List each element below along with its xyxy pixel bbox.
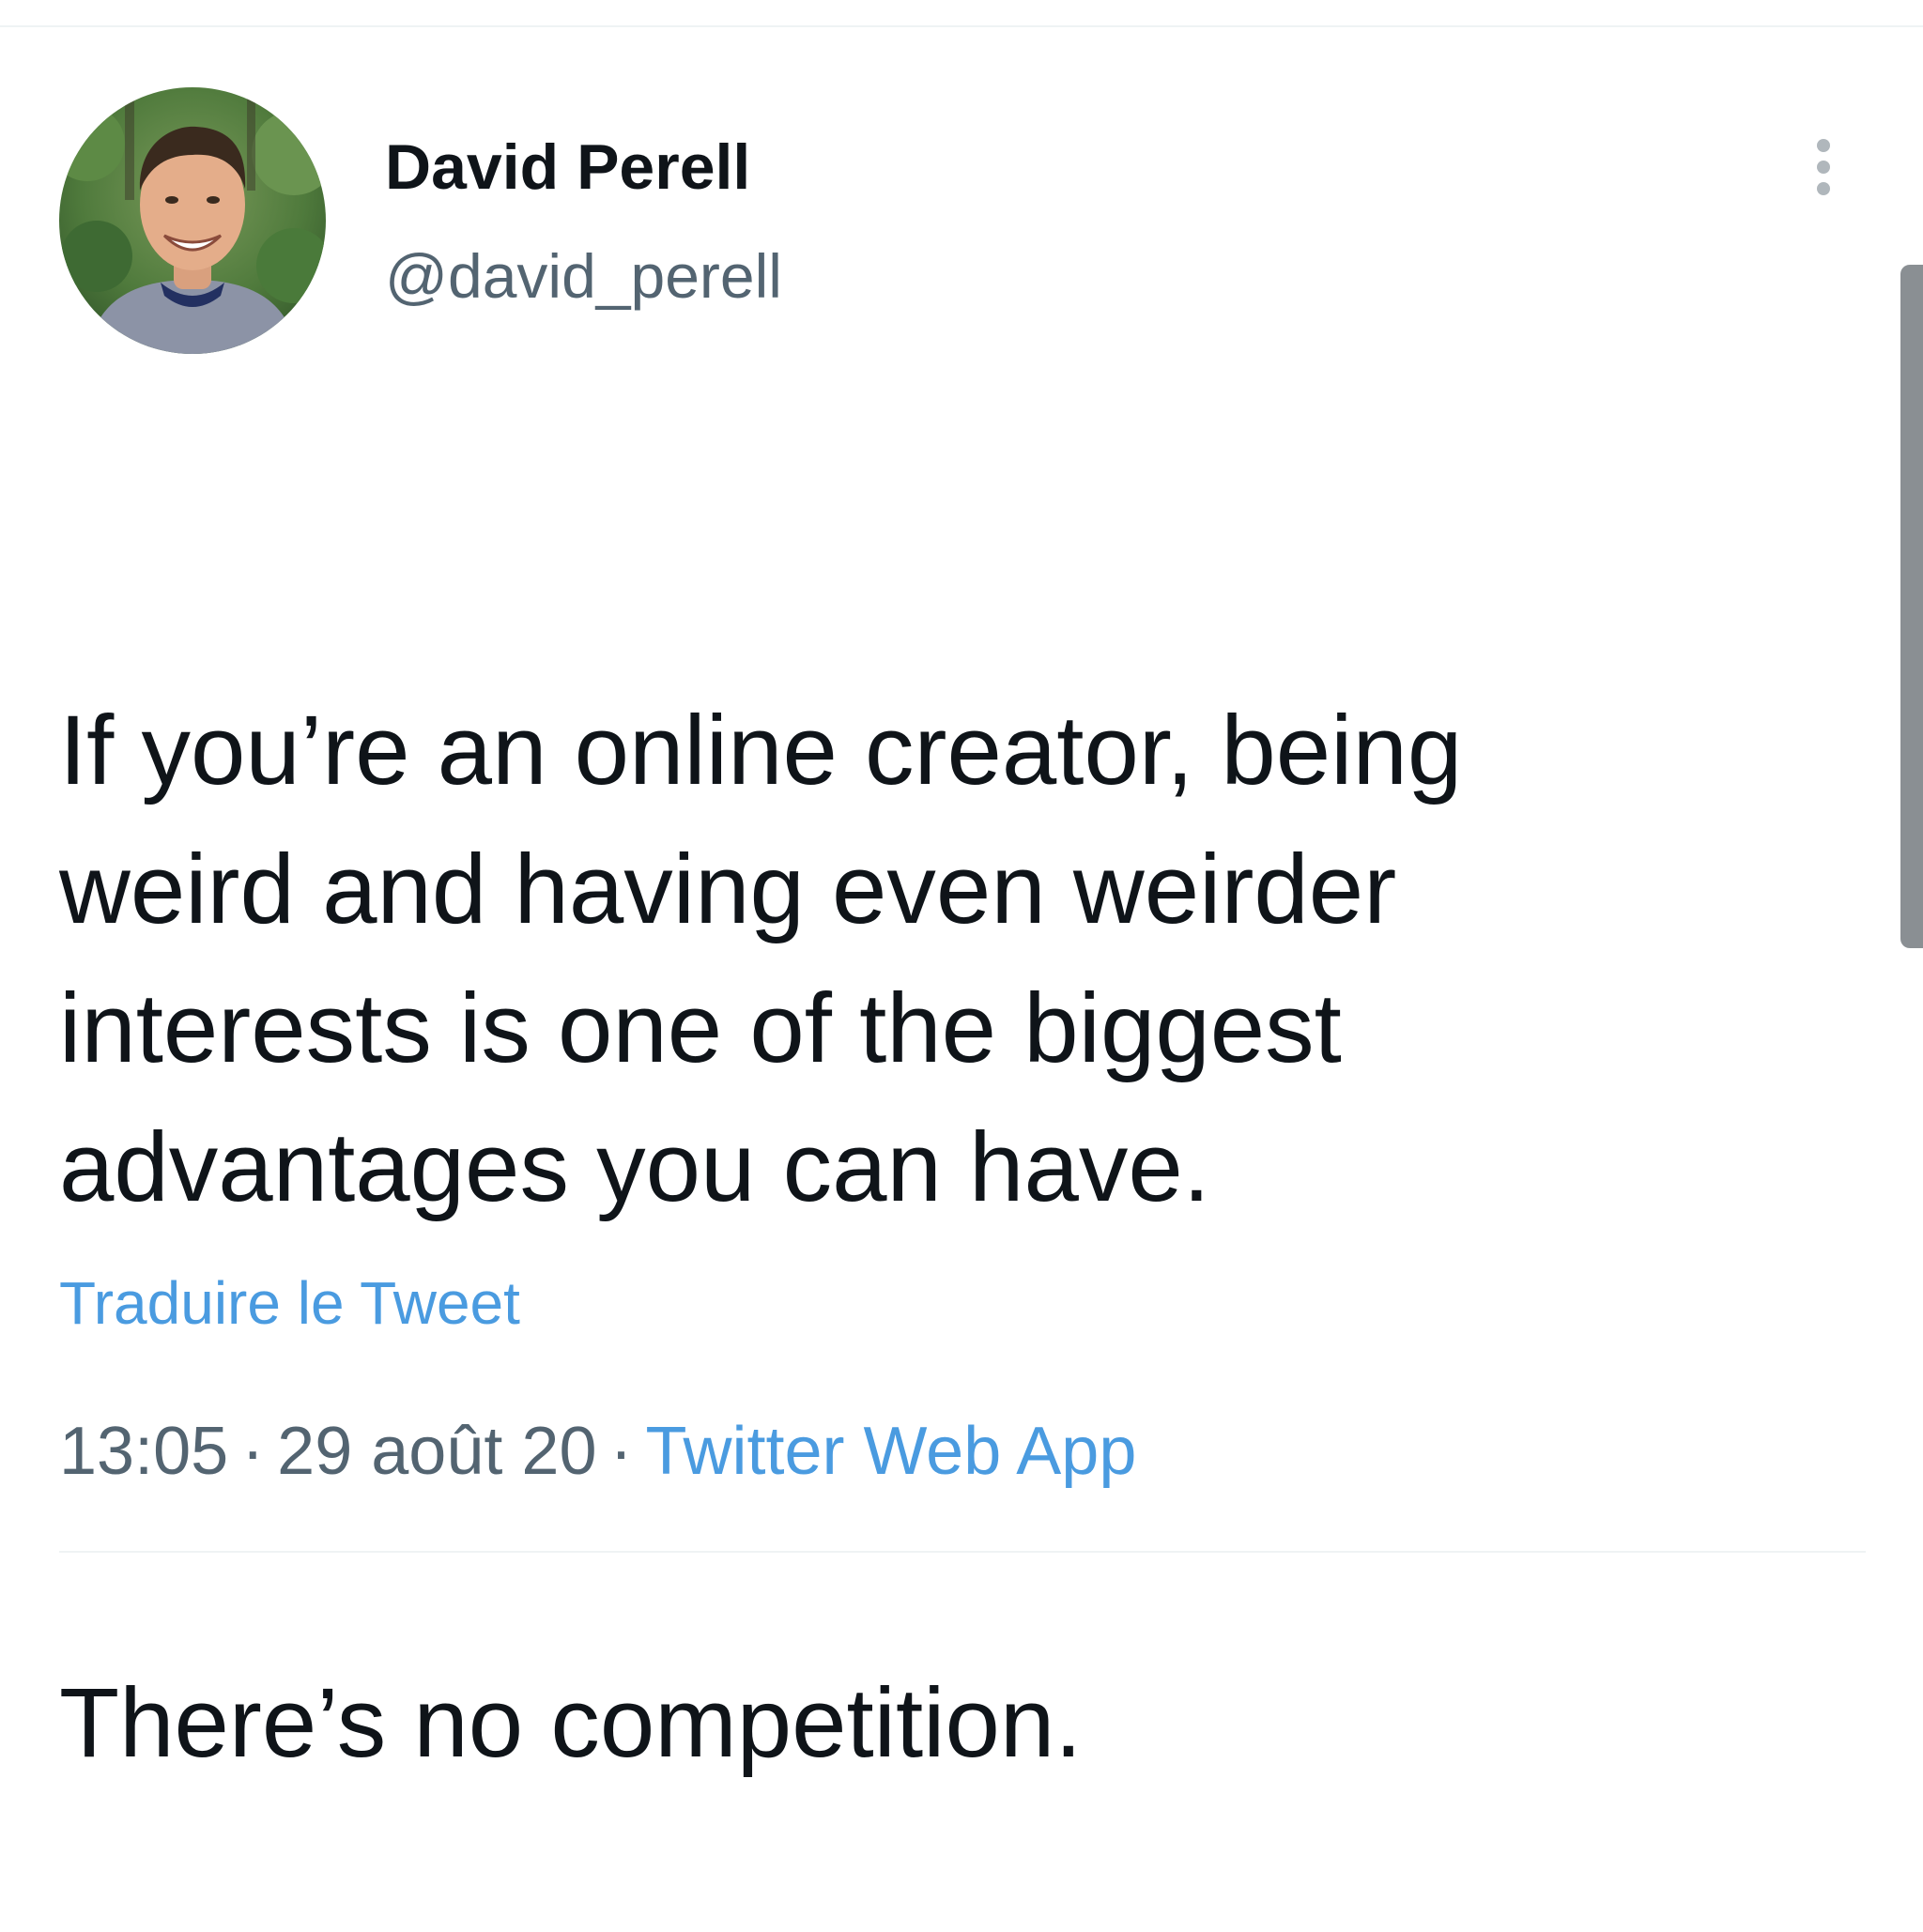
display-name[interactable]: David Perell (385, 130, 750, 205)
translate-tweet-link[interactable]: Traduire le Tweet (59, 1265, 520, 1341)
handle[interactable]: @david_perell (385, 238, 782, 314)
vertical-ellipsis-icon (1817, 161, 1830, 174)
tweet-source-link[interactable]: Twitter Web App (645, 1414, 1136, 1489)
meta-separator: · (609, 1414, 633, 1489)
meta-separator: · (241, 1414, 265, 1489)
scrollbar[interactable] (1900, 265, 1923, 948)
vertical-ellipsis-icon (1817, 139, 1830, 152)
top-divider (0, 25, 1923, 27)
avatar[interactable] (59, 87, 326, 354)
bottom-divider (59, 1551, 1866, 1553)
more-options-button[interactable] (1793, 130, 1854, 205)
tweet-paragraph: There’s no competition. (59, 1668, 1083, 1778)
tweet-time[interactable]: 13:05 (59, 1414, 228, 1489)
tweet-date[interactable]: 29 août 20 (277, 1414, 596, 1489)
vertical-ellipsis-icon (1817, 182, 1830, 195)
tweet-paragraph: If you’re an online creator, being weird… (59, 696, 1463, 1222)
profile-photo-icon (59, 87, 326, 354)
tweet-meta: 13:05 · 29 août 20 · Twitter Web App (59, 1410, 1136, 1493)
tweet-text: If you’re an online creator, being weird… (59, 404, 1712, 1932)
